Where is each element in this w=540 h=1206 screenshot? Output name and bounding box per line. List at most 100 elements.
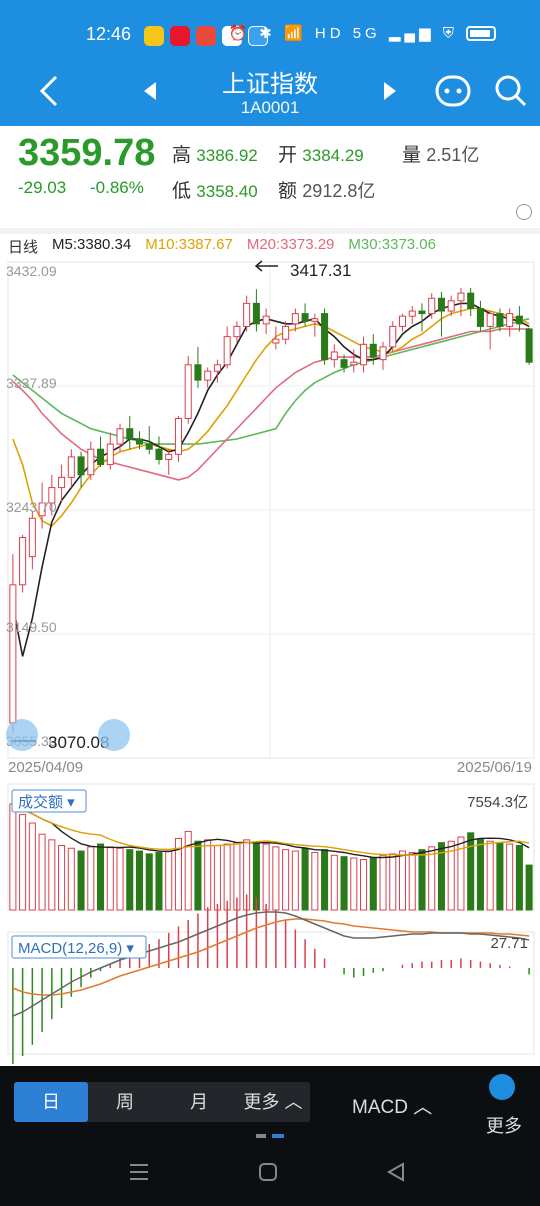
toutiao-icon: [196, 26, 216, 46]
volume-bar: [340, 856, 348, 911]
kline-chart[interactable]: 3432.093337.893243.703149.503055.303417.…: [0, 256, 540, 1064]
page-indicator: [256, 1134, 266, 1138]
volume-bar: [48, 839, 56, 911]
volume-bar: [350, 857, 358, 911]
volume-bar: [369, 857, 377, 911]
volume-max-label: 7554.3亿: [467, 794, 528, 811]
candle-body: [437, 297, 445, 312]
date-end-label: 2025/06/19: [457, 759, 532, 776]
expand-quote-icon[interactable]: [516, 204, 532, 220]
candle-body: [194, 364, 202, 381]
candle-body: [476, 307, 484, 327]
volume-bar: [476, 837, 484, 911]
candle-body: [145, 443, 153, 450]
date-start-label: 2025/04/09: [8, 759, 83, 776]
more-button[interactable]: 更多: [486, 1112, 522, 1138]
candle-body: [67, 456, 75, 478]
ma10-label: M10:3387.67: [145, 236, 233, 253]
volume-field: 量 2.51亿: [402, 145, 480, 166]
volume-bar: [301, 847, 309, 911]
volume-bar: [262, 843, 270, 911]
volume-bar: [418, 849, 426, 911]
candle-body: [282, 325, 290, 340]
ma5-label: M5:3380.34: [52, 236, 132, 253]
candle-body: [9, 584, 17, 724]
low-field: 低 3358.40: [172, 181, 258, 202]
ma30-label: M30:3373.06: [348, 236, 436, 253]
volume-bar: [467, 832, 475, 911]
candle-body: [213, 364, 221, 372]
ma20-label: M20:3373.29: [246, 236, 335, 253]
period-label: 日线: [8, 239, 39, 256]
ma30-line: [12, 317, 530, 445]
indicator-selector[interactable]: MACD ︿: [352, 1092, 432, 1119]
tab-more[interactable]: 更多 ︿: [236, 1082, 310, 1122]
ma-legend: 日线 M5:3380.34 M10:3387.67 M20:3373.29 M3…: [0, 236, 540, 256]
candle-body: [506, 313, 514, 327]
amount-field: 额 2912.8亿: [278, 181, 376, 202]
price-axis-label: 3243.70: [6, 499, 57, 515]
tab-month[interactable]: 月: [162, 1082, 236, 1122]
more-icon[interactable]: [489, 1074, 515, 1100]
candle-body: [311, 318, 319, 322]
candle-body: [389, 325, 397, 348]
chat-icon[interactable]: [434, 74, 472, 108]
candle-body: [126, 428, 134, 440]
candle-body: [515, 315, 523, 325]
bottom-toolbar: 日 周 月 更多 ︿ MACD ︿ 更多: [0, 1066, 540, 1140]
volume-bar: [360, 858, 368, 911]
volume-bar: [330, 854, 338, 911]
volume-bar: [145, 853, 153, 911]
volume-bar: [9, 803, 17, 911]
candle-body: [262, 315, 270, 325]
candle-body: [116, 428, 124, 445]
candle-body: [58, 476, 66, 489]
volume-bar: [408, 851, 416, 911]
volume-bar: [165, 850, 173, 911]
volume-bar: [428, 846, 436, 911]
volume-bar: [389, 853, 397, 911]
status-bar: 12:46 ⏰ ✱ 📶 HD 5G ▂▄▆ ⛨: [0, 0, 540, 60]
macd-indicator-label: MACD(12,26,9) ▾: [18, 940, 134, 957]
current-price: 3359.78: [18, 132, 156, 174]
back-nav-icon[interactable]: [386, 1162, 406, 1182]
high-field: 高 3386.92: [172, 145, 258, 166]
candle-body: [291, 313, 299, 325]
system-nav-bar: [0, 1140, 540, 1206]
tab-day[interactable]: 日: [14, 1082, 88, 1122]
candle-body: [340, 359, 348, 368]
app-notification-icon: [144, 26, 164, 46]
candle-body: [155, 448, 163, 460]
candle-body: [398, 315, 407, 327]
volume-bar: [506, 843, 514, 911]
candle-body: [418, 310, 426, 315]
menu-icon[interactable]: [128, 1162, 150, 1182]
clock: 12:46: [86, 24, 132, 44]
volume-bar: [272, 846, 280, 911]
candle-body: [135, 438, 144, 445]
prev-stock-icon[interactable]: [140, 80, 160, 102]
next-stock-icon[interactable]: [380, 80, 400, 102]
candle-body: [243, 302, 251, 327]
ma10-line: [12, 307, 530, 527]
home-icon[interactable]: [258, 1162, 278, 1182]
candle-body: [87, 448, 95, 476]
candle-body: [106, 443, 114, 466]
back-icon[interactable]: [34, 74, 62, 108]
candle-body: [77, 456, 85, 476]
volume-indicator-label: 成交额 ▾: [18, 793, 75, 811]
price-axis-label: 3432.09: [6, 263, 57, 279]
candle-body: [447, 300, 455, 312]
candle-body: [97, 448, 105, 466]
candle-body: [350, 361, 358, 366]
candle-body: [467, 292, 475, 309]
candle-body: [525, 328, 533, 363]
tab-week[interactable]: 周: [88, 1082, 162, 1122]
price-axis-label: 3337.89: [6, 375, 57, 391]
volume-bar: [515, 844, 523, 911]
search-icon[interactable]: [494, 74, 528, 108]
volume-bar: [97, 843, 105, 911]
volume-bar: [204, 839, 212, 911]
candle-body: [486, 313, 494, 327]
candle-body: [330, 351, 338, 361]
